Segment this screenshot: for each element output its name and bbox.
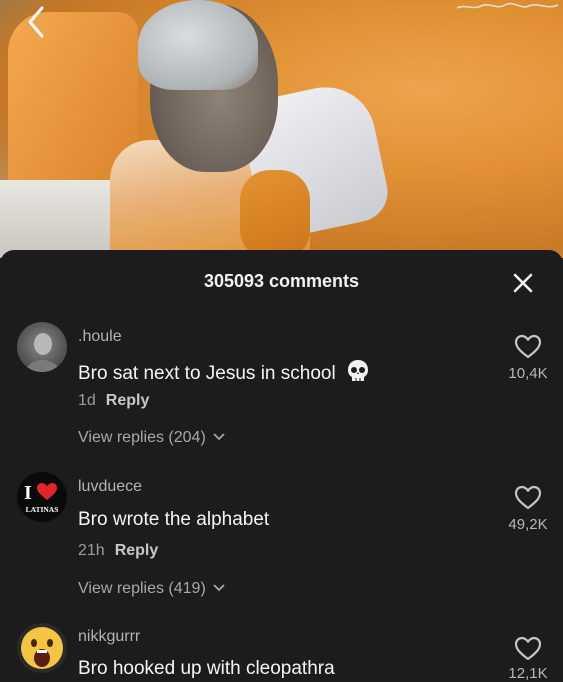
comment-username[interactable]: .houle [78, 328, 122, 346]
like-button[interactable]: 10,4K [498, 334, 558, 382]
comment-meta: 21h Reply [78, 542, 158, 560]
heart-icon [498, 485, 558, 510]
view-replies-button[interactable]: View replies (204) [78, 428, 225, 447]
comment-username[interactable]: luvduece [78, 478, 142, 496]
avatar[interactable] [17, 322, 67, 372]
comment-username[interactable]: nikkgurrr [78, 628, 140, 646]
reply-button[interactable]: Reply [115, 542, 159, 559]
avatar[interactable] [17, 623, 67, 673]
comment-text: Bro wrote the alphabet [78, 509, 270, 530]
avatar-caption: LATINAS [26, 505, 59, 514]
view-replies-button[interactable]: View replies (419) [78, 579, 225, 598]
like-count: 10,4K [508, 365, 548, 382]
comment-text: Bro hooked up with cleopathra [78, 658, 335, 679]
watermark [455, 2, 560, 12]
chevron-down-icon [213, 428, 225, 446]
avatar-letter: I [24, 482, 32, 504]
comments-count-title: 305093 comments [203, 271, 360, 291]
comment-time: 1d [78, 392, 96, 409]
comment-meta: 1d Reply [78, 392, 149, 410]
video-background-photo [0, 0, 563, 258]
close-icon[interactable] [510, 270, 536, 296]
comment-text: Bro sat next to Jesus in school [78, 359, 369, 389]
skull-emoji-icon [347, 359, 369, 389]
heart-icon [498, 334, 558, 359]
reply-button[interactable]: Reply [106, 392, 150, 409]
like-count: 12,1K [508, 665, 548, 682]
chevron-down-icon [213, 579, 225, 597]
chevron-left-icon[interactable] [18, 2, 58, 42]
heart-icon [498, 636, 558, 661]
like-count: 49,2K [508, 516, 548, 533]
like-button[interactable]: 49,2K [498, 485, 558, 533]
comment-time: 21h [78, 542, 105, 559]
comments-sheet [0, 250, 563, 680]
like-button[interactable]: 12,1K [498, 636, 558, 682]
avatar[interactable]: I LATINAS [17, 472, 67, 522]
